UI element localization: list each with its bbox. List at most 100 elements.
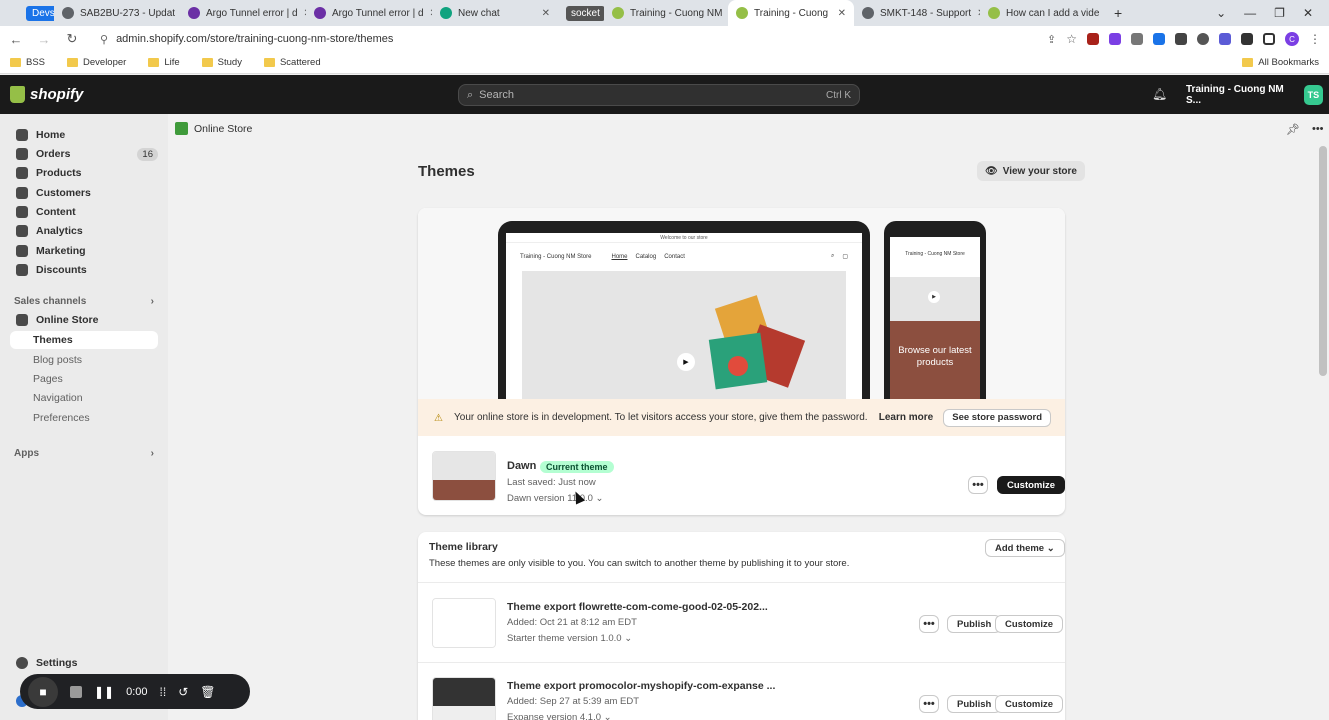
theme-version-toggle[interactable]: Dawn version 11.0.0 ⌄ [507, 493, 604, 504]
chevron-right-icon: › [150, 448, 154, 459]
stop-icon[interactable] [70, 685, 82, 698]
minimize-icon[interactable]: — [1244, 6, 1256, 20]
shopify-favicon-icon [736, 7, 748, 19]
pin-icon[interactable]: 📌︎ [1286, 123, 1300, 136]
close-window-icon[interactable]: ✕ [1303, 6, 1313, 20]
sidebar-item-orders[interactable]: Orders 16 [10, 145, 158, 163]
close-icon[interactable]: ✕ [542, 8, 550, 19]
sidebar-subitem-navigation[interactable]: Navigation [33, 392, 83, 404]
extension-icon[interactable] [1109, 33, 1121, 45]
theme-actions-button[interactable]: ••• [919, 615, 939, 633]
extension-icon[interactable] [1197, 33, 1209, 45]
page-scrollbar[interactable] [1319, 146, 1327, 376]
theme-thumbnail[interactable] [432, 677, 496, 720]
bookmark-star-icon[interactable]: ☆ [1066, 32, 1077, 46]
browser-menu-icon[interactable]: ⋮ [1309, 32, 1321, 46]
restart-icon[interactable]: ↺ [178, 685, 188, 699]
shopify-logo[interactable]: shopify [10, 86, 83, 103]
theme-version-toggle[interactable]: Starter theme version 1.0.0 ⌄ [507, 633, 632, 644]
bookmark-folder[interactable]: Study [201, 57, 242, 68]
profile-avatar[interactable]: C [1285, 32, 1299, 46]
browser-tab[interactable]: Training - Cuong NM ✕ [604, 2, 728, 24]
library-theme-row: Theme export promocolor-myshopify-com-ex… [418, 662, 1065, 720]
sidebar-subitem-themes[interactable]: Themes [10, 331, 158, 349]
dev-store-banner: ⚠ Your online store is in development. T… [418, 399, 1065, 436]
extension-icon[interactable] [1175, 33, 1187, 45]
extension-icon[interactable] [1087, 33, 1099, 45]
search-input[interactable]: ⌕ Search Ctrl K [458, 84, 860, 106]
sales-channels-header[interactable]: Sales channels › [14, 296, 154, 307]
new-tab-button[interactable]: + [1106, 2, 1130, 24]
share-icon[interactable]: ⇪ [1047, 33, 1056, 46]
learn-more-link[interactable]: Learn more [879, 412, 933, 423]
customize-button[interactable]: Customize [995, 615, 1064, 633]
browser-tab[interactable]: SAB2BU-273 - Updat ✕ [54, 2, 180, 24]
reload-icon[interactable]: ↻ [64, 31, 80, 47]
grid-icon[interactable]: ⁞⁞ [160, 685, 167, 699]
extensions-puzzle-icon[interactable] [1241, 33, 1253, 45]
sidebar-subitem-blog-posts[interactable]: Blog posts [33, 354, 82, 366]
bookmark-folder[interactable]: Scattered [263, 57, 321, 68]
browser-tab[interactable]: How can I add a vide ✕ [980, 2, 1106, 24]
sidebar-subitem-pages[interactable]: Pages [33, 373, 63, 385]
sidebar-item-home[interactable]: Home [10, 126, 158, 144]
close-icon[interactable]: ✕ [838, 8, 846, 19]
tab-group-socket[interactable]: socket [558, 2, 604, 24]
notifications-bell-icon[interactable]: 🔔︎ [1152, 87, 1167, 101]
pause-icon[interactable]: ❚❚ [94, 685, 114, 699]
forward-icon[interactable]: → [36, 32, 52, 47]
view-store-button[interactable]: 👁︎ View your store [977, 161, 1085, 181]
bookmark-folder[interactable]: Developer [67, 57, 126, 68]
sidebar-item-products[interactable]: Products [10, 164, 158, 182]
side-panel-icon[interactable] [1263, 33, 1275, 45]
browser-tab[interactable]: Argo Tunnel error | d ✕ [180, 2, 306, 24]
sidebar-item-discounts[interactable]: Discounts [10, 261, 158, 279]
add-theme-button[interactable]: Add theme ⌄ [985, 539, 1065, 557]
site-info-icon[interactable]: ⚲ [100, 33, 108, 46]
browser-tab[interactable]: SMKT-148 - Support ✕ [854, 2, 980, 24]
back-icon[interactable]: ← [8, 32, 24, 47]
camera-icon[interactable]: ■ [28, 676, 58, 707]
bookmark-folder[interactable]: BSS [10, 57, 45, 68]
current-theme-row: Dawn Current theme Last saved: Just now … [418, 436, 1065, 515]
sidebar-item-online-store[interactable]: Online Store [10, 311, 158, 329]
theme-version-toggle[interactable]: Expanse version 4.1.0 ⌄ [507, 712, 612, 720]
tab-devsite[interactable]: Devsite [14, 2, 54, 24]
tab-search-icon[interactable]: ⌄ [1216, 6, 1226, 20]
chevron-down-icon: ⌄ [624, 633, 633, 644]
publish-button[interactable]: Publish [947, 695, 1002, 713]
publish-button[interactable]: Publish [947, 615, 1002, 633]
theme-actions-button[interactable]: ••• [919, 695, 939, 713]
sidebar-item-analytics[interactable]: Analytics [10, 222, 158, 240]
apps-header[interactable]: Apps › [14, 448, 154, 459]
sidebar-subitem-preferences[interactable]: Preferences [33, 412, 90, 424]
translate-icon[interactable] [1153, 33, 1165, 45]
extension-icon[interactable] [1131, 33, 1143, 45]
store-switcher[interactable]: Training - Cuong NM S... TS [1180, 84, 1329, 106]
current-theme-thumbnail[interactable] [432, 451, 496, 501]
url-field[interactable]: ⚲ admin.shopify.com/store/training-cuong… [92, 29, 1035, 49]
theme-actions-button[interactable]: ••• [968, 476, 988, 494]
browser-tab[interactable]: New chat ✕ [432, 2, 558, 24]
extension-icon[interactable] [1219, 33, 1231, 45]
customize-button[interactable]: Customize [997, 476, 1065, 494]
sidebar-item-marketing[interactable]: Marketing [10, 242, 158, 260]
see-store-password-button[interactable]: See store password [943, 408, 1051, 427]
sidebar-item-settings[interactable]: Settings [10, 654, 158, 672]
folder-icon [10, 58, 21, 67]
desktop-preview-screen: Welcome to our store Training - Cuong NM… [506, 233, 862, 399]
browser-tab[interactable]: Argo Tunnel error | d ✕ [306, 2, 432, 24]
trash-icon[interactable]: 🗑︎ [200, 685, 215, 699]
sidebar-item-content[interactable]: Content [10, 203, 158, 221]
sidebar-item-customers[interactable]: Customers [10, 184, 158, 202]
all-bookmarks[interactable]: All Bookmarks [1242, 57, 1329, 68]
bookmark-folder[interactable]: Life [148, 57, 180, 68]
maximize-icon[interactable]: ❐ [1274, 6, 1285, 20]
customize-button[interactable]: Customize [995, 695, 1064, 713]
online-store-icon [16, 314, 28, 326]
browser-tab-active[interactable]: Training - Cuong ✕ [728, 0, 854, 26]
theme-thumbnail[interactable] [432, 598, 496, 648]
mobile-preview-hero-text: Browse our latest products [890, 321, 980, 399]
breadcrumb[interactable]: Online Store [175, 122, 252, 135]
more-actions-icon[interactable]: ••• [1312, 123, 1324, 136]
